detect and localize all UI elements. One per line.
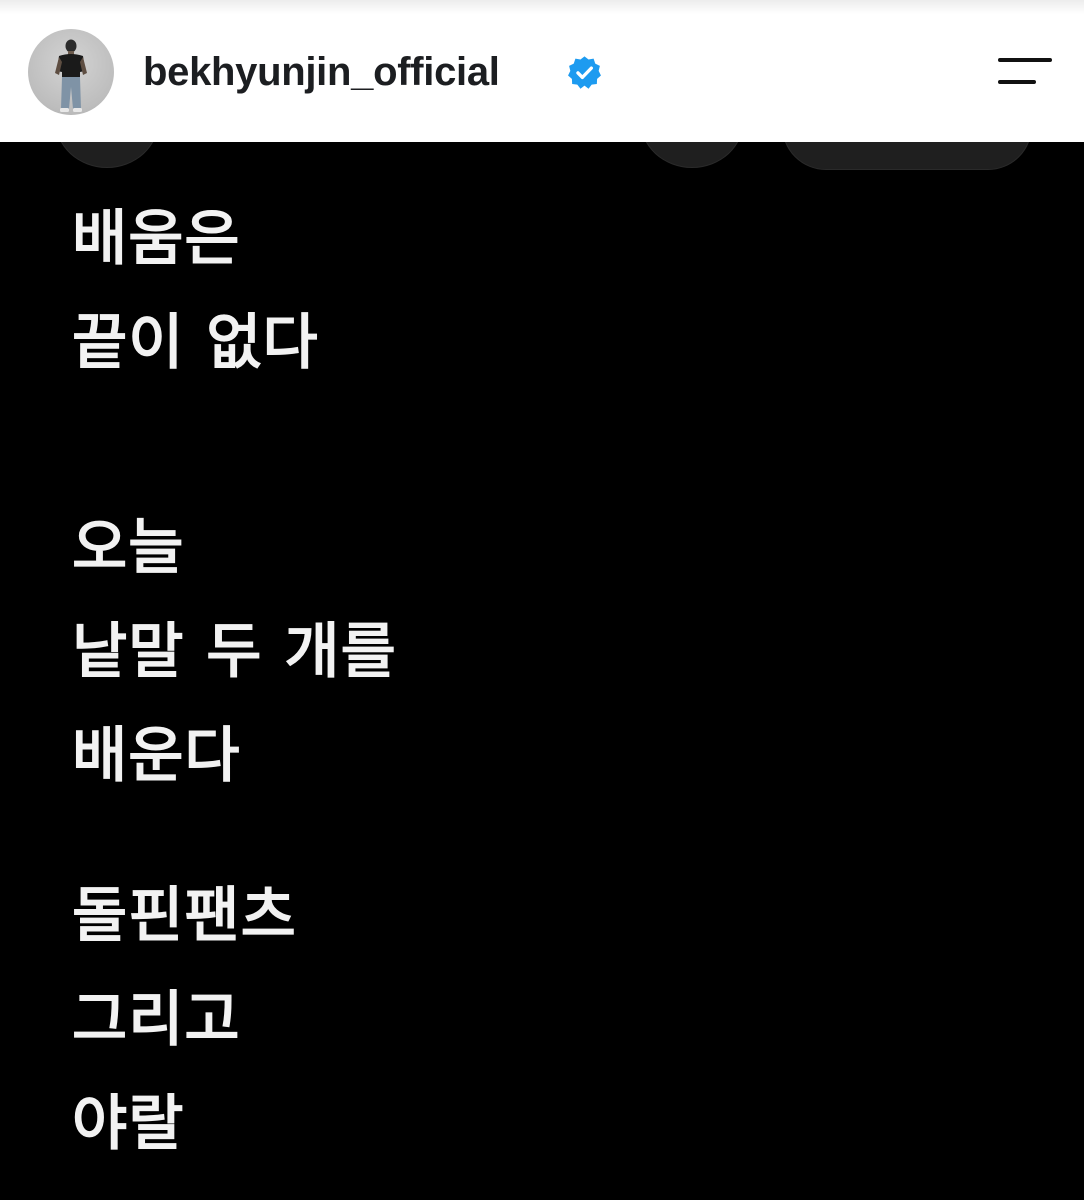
story-page: bekhyunjin_official 배움은 끝이 없다 오늘 낱말 두 개를… (0, 0, 1084, 1200)
story-line: 배움은 (72, 204, 241, 274)
story-line: 돌핀팬츠 (72, 881, 297, 951)
story-line: 오늘 (72, 513, 185, 583)
story-line: 야랄 (72, 1089, 185, 1159)
story-line: 그리고 (72, 985, 241, 1055)
menu-icon-line-top (998, 58, 1052, 62)
story-line: 배운다 (72, 721, 241, 791)
story-line: 끝이 없다 (72, 308, 319, 378)
verified-badge-icon (568, 56, 601, 89)
username[interactable]: bekhyunjin_official (143, 47, 500, 97)
story-text-block: 오늘 낱말 두 개를 배운다 (72, 496, 397, 808)
menu-button[interactable] (990, 50, 1058, 94)
header-top-shade (0, 0, 1084, 14)
profile-header: bekhyunjin_official (0, 0, 1084, 142)
person-photo-icon (55, 39, 87, 112)
menu-icon-line-bottom (998, 80, 1036, 84)
story-text-block: 돌핀팬츠 그리고 야랄 (72, 864, 297, 1176)
avatar[interactable] (28, 29, 114, 115)
story-content: 배움은 끝이 없다 오늘 낱말 두 개를 배운다 돌핀팬츠 그리고 야랄 (0, 72, 1084, 1200)
story-line: 낱말 두 개를 (72, 617, 397, 687)
story-text-block: 배움은 끝이 없다 (72, 187, 319, 395)
